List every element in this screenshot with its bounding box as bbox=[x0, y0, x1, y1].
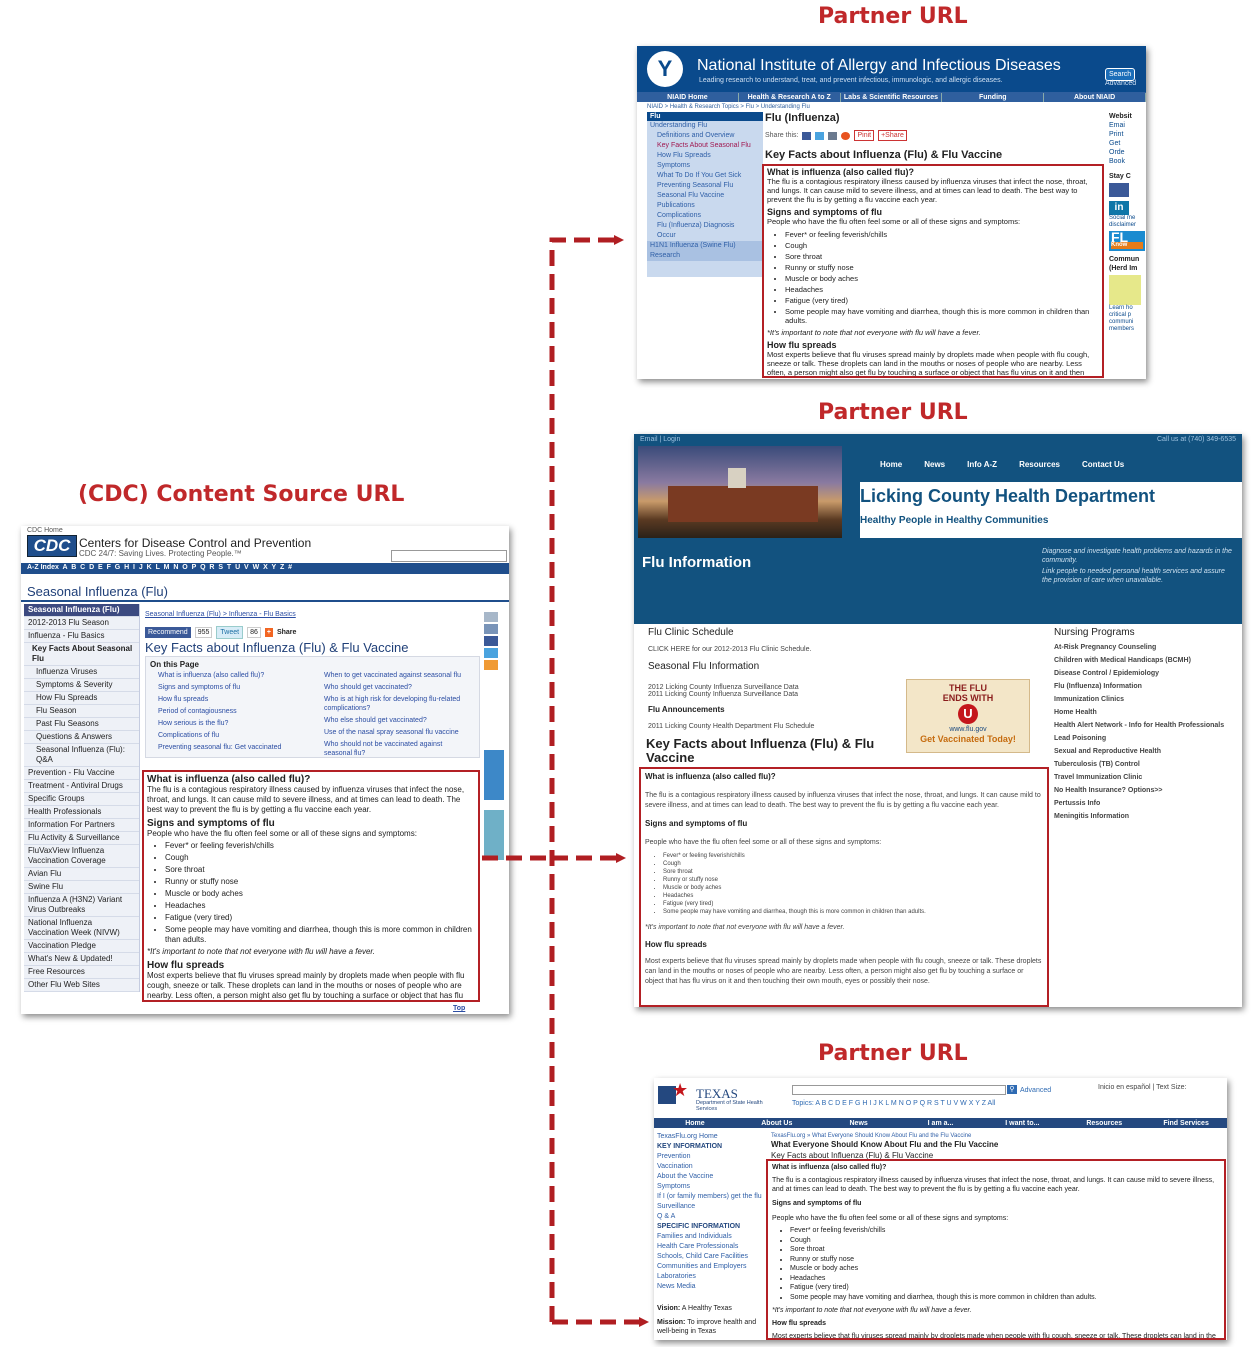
arrow-to-niaid bbox=[549, 235, 624, 1322]
connector-arrows bbox=[482, 235, 649, 1327]
